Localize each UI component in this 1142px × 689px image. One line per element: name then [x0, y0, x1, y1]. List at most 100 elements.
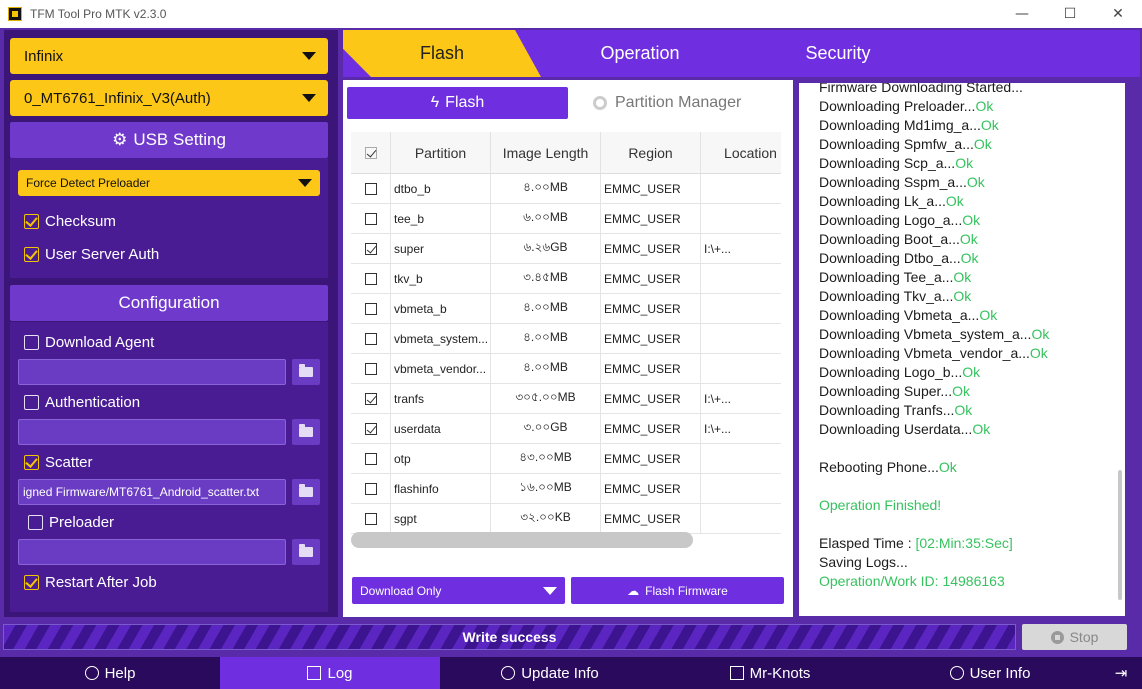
- preloader-path-input[interactable]: [18, 539, 286, 565]
- table-row[interactable]: tranfs ৩০৫.০০MB EMMC_USER I:\+...: [351, 384, 781, 414]
- log-status: Ok: [959, 231, 978, 247]
- column-location[interactable]: Location: [701, 132, 785, 174]
- row-checkbox[interactable]: [351, 474, 391, 504]
- nav-mr-knots[interactable]: Mr-Knots: [660, 657, 880, 689]
- user-server-auth-checkbox[interactable]: User Server Auth: [24, 244, 159, 264]
- log-text: Downloading Boot_a...: [819, 231, 960, 247]
- table-horizontal-scrollbar[interactable]: [351, 532, 693, 548]
- log-line: Downloading Vbmeta_a...Ok: [819, 307, 1119, 326]
- cell-location: [701, 504, 785, 534]
- cell-image-length: ৪.০০MB: [491, 324, 601, 354]
- log-line: Downloading Vbmeta_system_a...Ok: [819, 326, 1119, 345]
- download-agent-path-input[interactable]: [18, 359, 286, 385]
- table-row[interactable]: vbmeta_b ৪.০০MB EMMC_USER: [351, 294, 781, 324]
- chevron-down-icon: [543, 586, 557, 595]
- log-text: Downloading Super...: [819, 383, 953, 399]
- exit-button[interactable]: ⇥: [1100, 657, 1142, 689]
- flash-mode-select[interactable]: Download Only: [352, 577, 565, 604]
- subtab-partition-manager[interactable]: Partition Manager: [593, 87, 783, 119]
- checksum-checkbox[interactable]: Checksum: [24, 211, 116, 231]
- log-lines: Firmware Downloading Started... Downloadi…: [819, 83, 1119, 592]
- log-line: Downloading Logo_b...Ok: [819, 364, 1119, 383]
- log-line: Downloading Vbmeta_vendor_a...Ok: [819, 345, 1119, 364]
- row-checkbox[interactable]: [351, 414, 391, 444]
- scatter-checkbox[interactable]: Scatter: [24, 452, 93, 472]
- stop-button[interactable]: Stop: [1022, 624, 1127, 650]
- table-row[interactable]: super ৬.২৬GB EMMC_USER I:\+...: [351, 234, 781, 264]
- table-row[interactable]: otp ৪৩.০০MB EMMC_USER: [351, 444, 781, 474]
- checkbox-icon: [364, 483, 377, 495]
- cloud-upload-icon: ☁: [627, 583, 640, 598]
- select-all-checkbox[interactable]: [351, 132, 391, 174]
- chevron-down-icon: [302, 52, 316, 60]
- nav-help[interactable]: Help: [0, 657, 220, 689]
- exit-icon: ⇥: [1114, 665, 1128, 682]
- row-checkbox[interactable]: [351, 174, 391, 204]
- restart-after-job-checkbox[interactable]: Restart After Job: [24, 572, 157, 592]
- model-select[interactable]: 0_MT6761_Infinix_V3(Auth): [10, 80, 328, 116]
- table-row[interactable]: userdata ৩.০০GB EMMC_USER I:\+...: [351, 414, 781, 444]
- row-checkbox[interactable]: [351, 444, 391, 474]
- close-button[interactable]: ✕: [1094, 0, 1142, 28]
- nav-log[interactable]: Log: [220, 657, 440, 689]
- column-partition[interactable]: Partition: [391, 132, 491, 174]
- tab-security[interactable]: Security: [763, 30, 913, 77]
- chevron-down-icon: [302, 94, 316, 102]
- log-line: Downloading Dtbo_a...Ok: [819, 250, 1119, 269]
- table-row[interactable]: tee_b ৬.০০MB EMMC_USER: [351, 204, 781, 234]
- nav-help-label: Help: [104, 664, 136, 682]
- table-row[interactable]: dtbo_b ৪.০০MB EMMC_USER: [351, 174, 781, 204]
- folder-icon: [299, 364, 313, 377]
- log-line: Operation/Work ID: 14986163: [819, 573, 1119, 592]
- table-header: Partition Image Length Region Location: [351, 132, 781, 174]
- row-checkbox[interactable]: [351, 384, 391, 414]
- tab-operation[interactable]: Operation: [565, 30, 715, 77]
- row-checkbox[interactable]: [351, 234, 391, 264]
- table-row[interactable]: sgpt ৩২.০০KB EMMC_USER: [351, 504, 781, 534]
- flash-mode-value: Download Only: [360, 583, 442, 598]
- authentication-checkbox[interactable]: Authentication: [24, 392, 140, 412]
- download-agent-checkbox[interactable]: Download Agent: [24, 332, 154, 352]
- log-text: Downloading Tkv_a...: [819, 288, 954, 304]
- log-line: Downloading Preloader...Ok: [819, 98, 1119, 117]
- download-agent-browse-button[interactable]: [292, 359, 320, 385]
- download-agent-label: Download Agent: [45, 333, 155, 351]
- log-line: Operation Finished!: [819, 497, 1119, 516]
- table-row[interactable]: vbmeta_system... ৪.০০MB EMMC_USER: [351, 324, 781, 354]
- row-checkbox[interactable]: [351, 324, 391, 354]
- log-status: [02:Min:35:Sec]: [915, 535, 1013, 551]
- row-checkbox[interactable]: [351, 204, 391, 234]
- authentication-browse-button[interactable]: [292, 419, 320, 445]
- log-scrollbar[interactable]: [1118, 470, 1122, 600]
- log-status: Operation Finished!: [819, 497, 942, 513]
- cell-partition: super: [391, 234, 491, 264]
- flash-firmware-button[interactable]: ☁ Flash Firmware: [571, 577, 784, 604]
- detect-mode-select[interactable]: Force Detect Preloader: [18, 170, 320, 196]
- preloader-browse-button[interactable]: [292, 539, 320, 565]
- checkbox-icon: [364, 513, 377, 525]
- row-checkbox[interactable]: [351, 264, 391, 294]
- update-icon: [501, 666, 516, 680]
- minimize-button[interactable]: —: [998, 0, 1046, 28]
- column-region[interactable]: Region: [601, 132, 701, 174]
- checkbox-icon: [24, 394, 39, 410]
- table-row[interactable]: tkv_b ৩.৪৫MB EMMC_USER: [351, 264, 781, 294]
- row-checkbox[interactable]: [351, 354, 391, 384]
- cell-partition: flashinfo: [391, 474, 491, 504]
- subtab-flash[interactable]: ϟ Flash: [347, 87, 568, 119]
- nav-update-info[interactable]: Update Info: [440, 657, 660, 689]
- brand-select[interactable]: Infinix: [10, 38, 328, 74]
- table-row[interactable]: vbmeta_vendor... ৪.০০MB EMMC_USER: [351, 354, 781, 384]
- maximize-button[interactable]: ☐: [1046, 0, 1094, 28]
- nav-user-info[interactable]: User Info: [880, 657, 1100, 689]
- table-row[interactable]: flashinfo ১৬.০০MB EMMC_USER: [351, 474, 781, 504]
- preloader-label: Preloader: [49, 513, 115, 531]
- scatter-path-input[interactable]: igned Firmware/MT6761_Android_scatter.tx…: [18, 479, 286, 505]
- authentication-path-input[interactable]: [18, 419, 286, 445]
- preloader-checkbox[interactable]: Preloader: [28, 512, 114, 532]
- row-checkbox[interactable]: [351, 294, 391, 324]
- scatter-browse-button[interactable]: [292, 479, 320, 505]
- row-checkbox[interactable]: [351, 504, 391, 534]
- tab-flash[interactable]: Flash: [343, 30, 541, 77]
- column-image-length[interactable]: Image Length: [491, 132, 601, 174]
